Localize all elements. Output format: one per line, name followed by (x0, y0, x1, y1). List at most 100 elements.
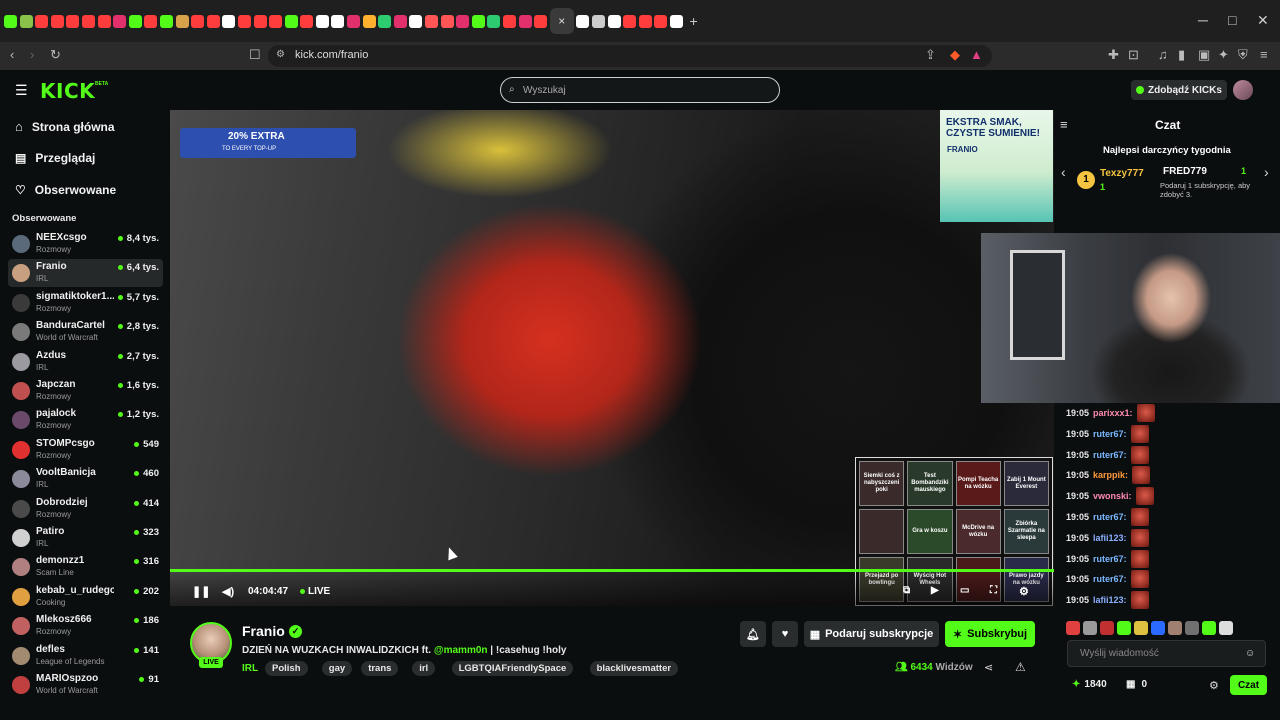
browser-tab[interactable] (456, 14, 470, 28)
followed-channel-item[interactable]: Azdus IRL 2,7 tys. (8, 348, 163, 376)
stream-tag[interactable]: gay (321, 661, 353, 676)
chat-username[interactable]: ruter67: (1093, 429, 1127, 439)
stream-category[interactable]: IRL (242, 663, 258, 674)
browser-tab[interactable] (4, 14, 17, 28)
emote-icon[interactable] (1168, 621, 1182, 635)
settings-icon[interactable]: ⚙ (1019, 585, 1029, 598)
followed-channel-item[interactable]: Patiro IRL 323 (8, 524, 163, 552)
browser-tab[interactable] (425, 14, 439, 28)
address-bar[interactable] (268, 45, 992, 67)
bookmark-icon[interactable]: ☐ (249, 48, 261, 62)
browser-tab[interactable] (222, 14, 236, 28)
get-kicks-button[interactable]: Zdobądź KICKs (1131, 80, 1227, 100)
sidebar-toggle-icon[interactable]: ▮ (1178, 48, 1185, 62)
stream-tag[interactable]: blacklivesmatter (589, 661, 679, 676)
emoji-icon[interactable]: ☺ (1245, 648, 1255, 659)
followed-channel-item[interactable]: sigmatiktoker1... Rozmowy 5,7 tys. (8, 289, 163, 317)
emote-icon[interactable] (1100, 621, 1114, 635)
browser-tab[interactable] (50, 14, 64, 28)
browser-tab[interactable] (284, 14, 298, 28)
hamburger-menu-icon[interactable]: ☰ (15, 82, 28, 99)
fullscreen-icon[interactable]: ⛶ (990, 585, 997, 596)
nav-home[interactable]: ⌂ Strona główna (15, 119, 115, 134)
browser-tab[interactable] (362, 14, 376, 28)
browser-tab[interactable] (66, 14, 80, 28)
gift-sub-button[interactable]: ▦ Podaruj subskrypcje (804, 621, 939, 647)
browser-tab[interactable] (638, 14, 652, 28)
browser-tab[interactable] (576, 14, 590, 28)
theater-icon[interactable]: ▭ (960, 585, 969, 596)
chat-send-button[interactable]: Czat (1230, 675, 1267, 695)
followed-channel-item[interactable]: STOMPcsgo Rozmowy 549 (8, 436, 163, 464)
browser-tab[interactable] (487, 14, 501, 28)
browser-tab[interactable] (159, 14, 173, 28)
channel-points[interactable]: ▦ 0 (1126, 679, 1147, 690)
browser-tab[interactable] (409, 14, 423, 28)
emote-icon[interactable] (1185, 621, 1199, 635)
browser-tab[interactable] (269, 14, 283, 28)
rewards-icon[interactable]: ▲ (970, 48, 983, 62)
chat-username[interactable]: lafii123: (1093, 533, 1127, 543)
browser-tab[interactable] (175, 14, 189, 28)
followed-channel-item[interactable]: kebab_u_rudego Cooking 202 (8, 583, 163, 611)
nav-browse[interactable]: ▤ Przeglądaj (15, 151, 95, 165)
followed-channel-item[interactable]: pajalock Rozmowy 1,2 tys. (8, 406, 163, 434)
browser-tab[interactable] (97, 14, 111, 28)
leo-icon[interactable]: ✦ (1218, 48, 1229, 62)
new-tab-button[interactable]: + (690, 13, 698, 29)
volume-icon[interactable]: ◀) (222, 585, 234, 598)
browser-tab[interactable] (315, 14, 329, 28)
extensions-icon[interactable]: ✚ (1108, 48, 1119, 62)
brave-shield-icon[interactable]: ◆ (950, 48, 960, 62)
notification-bell-button[interactable]: 🔔︎ (740, 621, 766, 647)
browser-tab[interactable] (393, 14, 407, 28)
stream-tag[interactable]: trans (361, 661, 399, 676)
share-icon[interactable]: ⇪ (925, 48, 936, 62)
browser-tab[interactable] (623, 14, 637, 28)
minimize-button[interactable]: ─ (1198, 12, 1208, 28)
emote-icon[interactable] (1083, 621, 1097, 635)
chat-username[interactable]: parixxx1: (1093, 408, 1133, 418)
browser-tab[interactable] (471, 14, 485, 28)
followed-channel-item[interactable]: Japczan Rozmowy 1,6 tys. (8, 377, 163, 405)
browser-tab[interactable] (331, 14, 345, 28)
browser-tab[interactable] (113, 14, 127, 28)
browser-tab[interactable] (591, 14, 605, 28)
collapse-chat-icon[interactable]: ≡ (1060, 117, 1068, 132)
emote-icon[interactable] (1134, 621, 1148, 635)
browser-tab[interactable] (19, 14, 33, 28)
followed-channel-item[interactable]: defles League of Legends 141 (8, 642, 163, 670)
next-gifter-icon[interactable]: › (1264, 164, 1269, 180)
pause-icon[interactable]: ❚❚ (192, 585, 210, 598)
chat-username[interactable]: ruter67: (1093, 512, 1127, 522)
site-info-icon[interactable]: ⚙ (276, 48, 285, 62)
gifter-1-name[interactable]: Texzy777 (1100, 168, 1144, 179)
chat-username[interactable]: vwonski: (1093, 491, 1132, 501)
stream-tag[interactable]: LGBTQIAFriendlySpace (451, 661, 574, 676)
tab-search-icon[interactable]: ⊡ (1128, 48, 1139, 62)
browser-tab[interactable] (128, 14, 142, 28)
browser-tab[interactable] (35, 14, 49, 28)
chat-username[interactable]: ruter67: (1093, 574, 1127, 584)
chat-username[interactable]: ruter67: (1093, 554, 1127, 564)
miniplayer-icon[interactable]: ⧉ (903, 585, 910, 596)
emote-icon[interactable] (1219, 621, 1233, 635)
nav-following[interactable]: ♡ Obserwowane (15, 183, 116, 197)
followed-channel-item[interactable]: NEEXcsgo Rozmowy 8,4 tys. (8, 230, 163, 258)
browser-tab[interactable] (378, 14, 392, 28)
prev-gifter-icon[interactable]: ‹ (1061, 164, 1066, 180)
followed-channel-item[interactable]: MARIOspzoo World of Warcraft 91 (8, 671, 163, 699)
back-icon[interactable]: ‹ (10, 48, 14, 62)
browser-tab[interactable] (518, 14, 532, 28)
browser-tab[interactable] (300, 14, 314, 28)
followed-channel-item[interactable]: Mlekosz666 Rozmowy 186 (8, 612, 163, 640)
browser-tab[interactable] (237, 14, 251, 28)
browser-tab[interactable] (347, 14, 361, 28)
browser-tab[interactable] (191, 14, 205, 28)
followed-channel-item[interactable]: BanduraCartel World of Warcraft 2,8 tys. (8, 318, 163, 346)
share-icon[interactable]: ⋖ (984, 661, 993, 674)
browser-tab[interactable] (503, 14, 516, 28)
menu-icon[interactable]: ≡ (1260, 48, 1268, 62)
url-text[interactable]: kick.com/franio (295, 49, 368, 61)
followed-channel-item[interactable]: Dobrodziej Rozmowy 414 (8, 495, 163, 523)
